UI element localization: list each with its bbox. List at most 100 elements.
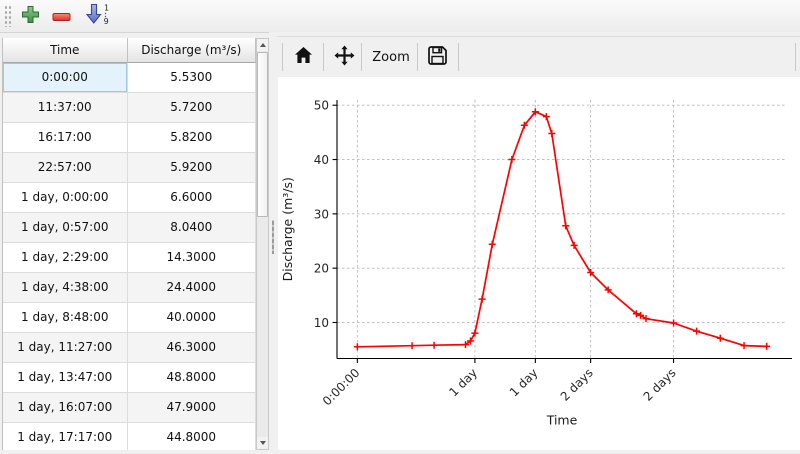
- home-icon: [294, 46, 313, 68]
- time-cell[interactable]: 1 day, 8:48:00: [3, 303, 128, 333]
- time-cell[interactable]: 1 day, 16:07:00: [3, 393, 128, 423]
- data-point-marker: [409, 342, 416, 349]
- data-point-marker: [670, 320, 677, 327]
- x-tick-label: 0:00:00: [320, 366, 363, 409]
- x-axis-label: Time: [546, 413, 578, 428]
- hydrograph-table: Time Discharge (m³/s) 0:00:005.530011:37…: [2, 38, 256, 450]
- time-cell[interactable]: 16:17:00: [3, 123, 128, 153]
- home-button[interactable]: [291, 43, 315, 71]
- table-row: 22:57:005.9200: [3, 153, 256, 183]
- data-point-marker: [548, 130, 555, 137]
- zoom-button[interactable]: Zoom: [369, 43, 413, 71]
- toolbar-separator: [323, 43, 324, 71]
- discharge-cell[interactable]: 44.8000: [128, 423, 256, 450]
- table-row: 1 day, 17:17:0044.8000: [3, 423, 256, 450]
- discharge-cell[interactable]: 40.0000: [128, 303, 256, 333]
- discharge-cell[interactable]: 46.3000: [128, 333, 256, 363]
- table-row: 1 day, 11:27:0046.3000: [3, 333, 256, 363]
- y-tick-label: 30: [314, 207, 329, 221]
- data-point-marker: [508, 156, 515, 163]
- x-tick-label: 2 days: [558, 366, 596, 404]
- up-arrow-icon: [260, 43, 266, 47]
- discharge-cell[interactable]: 48.8000: [128, 363, 256, 393]
- time-cell[interactable]: 1 day, 0:00:00: [3, 183, 128, 213]
- remove-row-button[interactable]: [50, 4, 74, 28]
- toolbar-separator: [282, 43, 283, 71]
- time-cell[interactable]: 1 day, 4:38:00: [3, 273, 128, 303]
- discharge-cell[interactable]: 5.5300: [128, 63, 256, 93]
- panel-splitter[interactable]: [269, 32, 277, 450]
- table-row: 11:37:005.7200: [3, 93, 256, 123]
- discharge-cell[interactable]: 5.9200: [128, 153, 256, 183]
- time-cell[interactable]: 1 day, 13:47:00: [3, 363, 128, 393]
- sort-ascending-icon: 1 9: [85, 2, 111, 30]
- discharge-cell[interactable]: 47.9000: [128, 393, 256, 423]
- save-floppy-icon: [427, 45, 448, 70]
- table-row: 0:00:005.5300: [3, 63, 256, 93]
- x-tick-label: 2 days: [641, 366, 679, 404]
- discharge-cell[interactable]: 24.4000: [128, 273, 256, 303]
- toolbar-separator: [458, 43, 459, 71]
- hydrograph-chart[interactable]: 10203040500:00:001 day1 day2 days2 daysT…: [278, 77, 800, 450]
- y-axis-label: Discharge (m³/s): [280, 177, 295, 281]
- scroll-up-button[interactable]: [257, 39, 268, 51]
- discharge-cell[interactable]: 8.0400: [128, 213, 256, 243]
- splitter-grip-icon: [272, 220, 274, 254]
- chart-toolbar: Zoom: [277, 36, 800, 77]
- table-row: 1 day, 2:29:0014.3000: [3, 243, 256, 273]
- discharge-cell[interactable]: 6.6000: [128, 183, 256, 213]
- y-tick-label: 20: [314, 262, 329, 276]
- data-point-marker: [717, 335, 724, 342]
- table-scrollbar[interactable]: [256, 38, 269, 450]
- data-point-marker: [479, 296, 486, 303]
- svg-text:9: 9: [104, 17, 109, 26]
- table-row: 1 day, 0:57:008.0400: [3, 213, 256, 243]
- column-header-time[interactable]: Time: [3, 38, 128, 63]
- data-point-marker: [693, 328, 700, 335]
- scroll-down-button[interactable]: [257, 437, 268, 449]
- y-tick-label: 10: [314, 316, 329, 330]
- table-rows: 0:00:005.530011:37:005.720016:17:005.820…: [3, 63, 256, 450]
- data-point-marker: [354, 343, 361, 350]
- chart-canvas: 10203040500:00:001 day1 day2 days2 daysT…: [278, 77, 800, 450]
- time-cell[interactable]: 1 day, 17:17:00: [3, 423, 128, 450]
- data-point-marker: [543, 113, 550, 120]
- discharge-line: [357, 112, 766, 347]
- toolbar-separator: [795, 43, 796, 71]
- discharge-cell[interactable]: 14.3000: [128, 243, 256, 273]
- pan-button[interactable]: [331, 43, 357, 71]
- data-point-marker: [489, 241, 496, 248]
- table-row: 1 day, 8:48:0040.0000: [3, 303, 256, 333]
- add-row-button[interactable]: [18, 4, 42, 28]
- time-cell[interactable]: 1 day, 0:57:00: [3, 213, 128, 243]
- time-cell[interactable]: 11:37:00: [3, 93, 128, 123]
- table-row: 1 day, 13:47:0048.8000: [3, 363, 256, 393]
- save-button[interactable]: [424, 43, 450, 71]
- table-row: 1 day, 0:00:006.6000: [3, 183, 256, 213]
- green-plus-icon: [21, 5, 40, 28]
- data-point-marker: [471, 330, 478, 337]
- table-row: 16:17:005.8200: [3, 123, 256, 153]
- toolbar-separator: [361, 43, 362, 71]
- x-tick-label: 1 day: [507, 366, 541, 400]
- time-cell[interactable]: 1 day, 11:27:00: [3, 333, 128, 363]
- data-point-marker: [763, 343, 770, 350]
- red-minus-icon: [52, 7, 72, 26]
- time-cell[interactable]: 22:57:00: [3, 153, 128, 183]
- discharge-cell[interactable]: 5.7200: [128, 93, 256, 123]
- time-cell[interactable]: 1 day, 2:29:00: [3, 243, 128, 273]
- toolbar-grip-handle[interactable]: [4, 5, 12, 27]
- chart-panel: Zoom 10203040500:00:001 day1 day2 days2 …: [277, 32, 800, 450]
- table-header: Time Discharge (m³/s): [3, 38, 256, 63]
- svg-text:1: 1: [104, 4, 109, 13]
- y-tick-label: 40: [314, 153, 329, 167]
- down-arrow-icon: [260, 441, 266, 445]
- sort-button[interactable]: 1 9: [84, 4, 112, 28]
- toolbar-separator: [417, 43, 418, 71]
- table-row: 1 day, 4:38:0024.4000: [3, 273, 256, 303]
- scrollbar-thumb[interactable]: [257, 52, 268, 217]
- column-header-discharge[interactable]: Discharge (m³/s): [128, 38, 256, 63]
- time-cell[interactable]: 0:00:00: [3, 63, 128, 93]
- discharge-cell[interactable]: 5.8200: [128, 123, 256, 153]
- table-row: 1 day, 16:07:0047.9000: [3, 393, 256, 423]
